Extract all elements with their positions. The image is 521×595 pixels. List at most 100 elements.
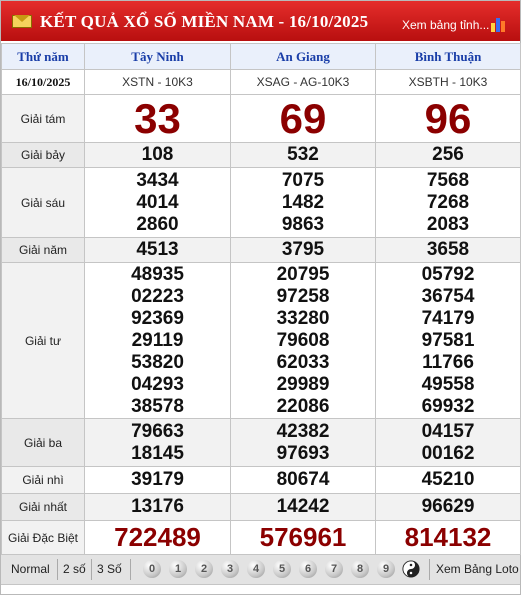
prize-number: 48935 — [131, 263, 184, 285]
draw-date: 16/10/2025 — [1, 69, 85, 95]
prize-number: 7268 — [426, 191, 470, 213]
view-province-table-link[interactable]: Xem bảng tỉnh... — [402, 18, 489, 32]
prize-number-group: 05792 36754 74179 97581 11766 49558 6993… — [375, 262, 521, 419]
prize-label: Giải bảy — [1, 142, 85, 168]
province-name[interactable]: Bình Thuận — [375, 43, 521, 70]
digit-ball-1[interactable]: 1 — [169, 560, 187, 578]
prize-number: 11766 — [422, 351, 474, 373]
bar-chart-icon[interactable] — [491, 16, 507, 32]
special-prize-number: 576961 — [230, 520, 376, 555]
prize-number-group: 04157 00162 — [375, 418, 521, 467]
toolbar-divider — [429, 559, 430, 580]
prize-number: 04157 — [421, 420, 475, 442]
prize-number: 96629 — [375, 493, 521, 521]
prize-number: 97258 — [276, 285, 330, 307]
prize-number: 4014 — [136, 191, 179, 213]
prize-number: 18145 — [131, 442, 184, 464]
prize-number: 36754 — [421, 285, 475, 307]
prize-number: 4513 — [84, 237, 231, 263]
prize-row-1: Giải nhất 13176 14242 96629 — [1, 493, 521, 521]
prize-number: 3434 — [136, 169, 179, 191]
mode-2-digit-button[interactable]: 2 số — [63, 555, 86, 584]
province-name[interactable]: An Giang — [230, 43, 376, 70]
ticket-code: XSBTH - 10K3 — [375, 69, 521, 95]
prize-label: Giải nhất — [1, 493, 85, 521]
special-prize-number: 814132 — [375, 520, 521, 555]
prize-number: 13176 — [84, 493, 231, 521]
prize-number: 7075 — [281, 169, 325, 191]
toolbar-divider — [91, 559, 92, 580]
mail-icon — [12, 15, 32, 28]
prize-number: 96 — [375, 94, 521, 143]
province-name[interactable]: Tây Ninh — [84, 43, 231, 70]
prize-number: 29119 — [131, 329, 184, 351]
prize-number: 62033 — [276, 351, 330, 373]
prize-number: 2860 — [136, 213, 179, 235]
prize-number: 74179 — [421, 307, 475, 329]
digit-ball-3[interactable]: 3 — [221, 560, 239, 578]
prize-number: 39179 — [84, 466, 231, 494]
digit-ball-7[interactable]: 7 — [325, 560, 343, 578]
ticket-code: XSAG - AG-10K3 — [230, 69, 376, 95]
prize-number: 7568 — [426, 169, 470, 191]
prize-number: 42382 — [276, 420, 330, 442]
special-prize-number: 722489 — [84, 520, 231, 555]
prize-label: Giải sáu — [1, 167, 85, 238]
prize-row-3: Giải ba 79663 18145 42382 97693 04157 00… — [1, 418, 521, 467]
digit-ball-8[interactable]: 8 — [351, 560, 369, 578]
prize-label: Giải tư — [1, 262, 85, 419]
prize-number: 29989 — [276, 373, 330, 395]
prize-number: 79663 — [131, 420, 184, 442]
prize-number: 3658 — [375, 237, 521, 263]
prize-number: 38578 — [131, 395, 184, 417]
prize-label: Giải Đặc Biệt — [1, 520, 85, 555]
prize-number: 33 — [84, 94, 231, 143]
prize-number: 80674 — [230, 466, 376, 494]
prize-number-group: 42382 97693 — [230, 418, 376, 467]
mode-normal-button[interactable]: Normal — [11, 555, 50, 584]
prize-number-group: 48935 02223 92369 29119 53820 04293 3857… — [84, 262, 231, 419]
digit-ball-5[interactable]: 5 — [273, 560, 291, 578]
prize-number: 92369 — [131, 307, 184, 329]
toolbar-divider — [130, 559, 131, 580]
digit-ball-2[interactable]: 2 — [195, 560, 213, 578]
prize-number: 45210 — [375, 466, 521, 494]
results-title: KẾT QUẢ XỔ SỐ MIỀN NAM - 16/10/2025 — [40, 12, 369, 31]
prize-number-group: 7568 7268 2083 — [375, 167, 521, 238]
date-code-row: 16/10/2025 XSTN - 10K3 XSAG - AG-10K3 XS… — [1, 69, 521, 95]
prize-number-group: 3434 4014 2860 — [84, 167, 231, 238]
prize-number: 3795 — [230, 237, 376, 263]
prize-number: 00162 — [421, 442, 475, 464]
province-header-row: Thứ năm Tây Ninh An Giang Bình Thuận — [1, 43, 521, 70]
prize-number: 97693 — [276, 442, 330, 464]
ticket-code: XSTN - 10K3 — [84, 69, 231, 95]
prize-number: 256 — [375, 142, 521, 168]
digit-ball-9[interactable]: 9 — [377, 560, 395, 578]
prize-row-4: Giải tư 48935 02223 92369 29119 53820 04… — [1, 262, 521, 419]
digit-ball-6[interactable]: 6 — [299, 560, 317, 578]
prize-number: 49558 — [421, 373, 475, 395]
prize-label: Giải ba — [1, 418, 85, 467]
prize-number: 22086 — [276, 395, 330, 417]
prize-number: 69 — [230, 94, 376, 143]
prize-row-2: Giải nhì 39179 80674 45210 — [1, 466, 521, 494]
digit-ball-0[interactable]: 0 — [143, 560, 161, 578]
lottery-results-widget: KẾT QUẢ XỔ SỐ MIỀN NAM - 16/10/2025 Xem … — [0, 0, 521, 595]
prize-number: 04293 — [131, 373, 184, 395]
yin-yang-icon[interactable] — [402, 560, 420, 578]
prize-number: 97581 — [421, 329, 475, 351]
prize-number: 33280 — [276, 307, 330, 329]
digit-ball-4[interactable]: 4 — [247, 560, 265, 578]
prize-row-6: Giải sáu 3434 4014 2860 7075 1482 9863 7… — [1, 167, 521, 238]
prize-number: 2083 — [426, 213, 470, 235]
prize-number: 20795 — [276, 263, 330, 285]
results-table: Thứ năm Tây Ninh An Giang Bình Thuận 16/… — [1, 43, 521, 555]
prize-number-group: 79663 18145 — [84, 418, 231, 467]
results-header: KẾT QUẢ XỔ SỐ MIỀN NAM - 16/10/2025 Xem … — [1, 1, 520, 41]
prize-row-5: Giải năm 4513 3795 3658 — [1, 237, 521, 263]
view-loto-table-link[interactable]: Xem Bảng Loto — [436, 555, 519, 584]
prize-number-group: 7075 1482 9863 — [230, 167, 376, 238]
mode-3-digit-button[interactable]: 3 Số — [97, 555, 122, 584]
prize-number: 9863 — [281, 213, 325, 235]
weekday-label: Thứ năm — [1, 43, 85, 70]
